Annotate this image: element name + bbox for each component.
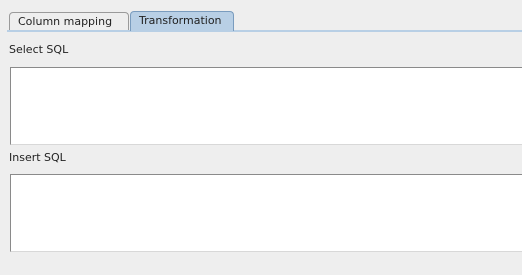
insert-sql-label: Insert SQL: [9, 151, 66, 164]
tabbed-panel: Column mapping Transformation Select SQL…: [7, 11, 522, 275]
insert-sql-input[interactable]: [10, 174, 522, 252]
tab-transformation[interactable]: Transformation: [130, 11, 234, 31]
select-sql-input[interactable]: [10, 67, 522, 145]
transformation-tab-content: Select SQL Insert SQL: [7, 30, 522, 275]
select-sql-label: Select SQL: [9, 43, 69, 56]
tab-column-mapping[interactable]: Column mapping: [9, 12, 129, 30]
